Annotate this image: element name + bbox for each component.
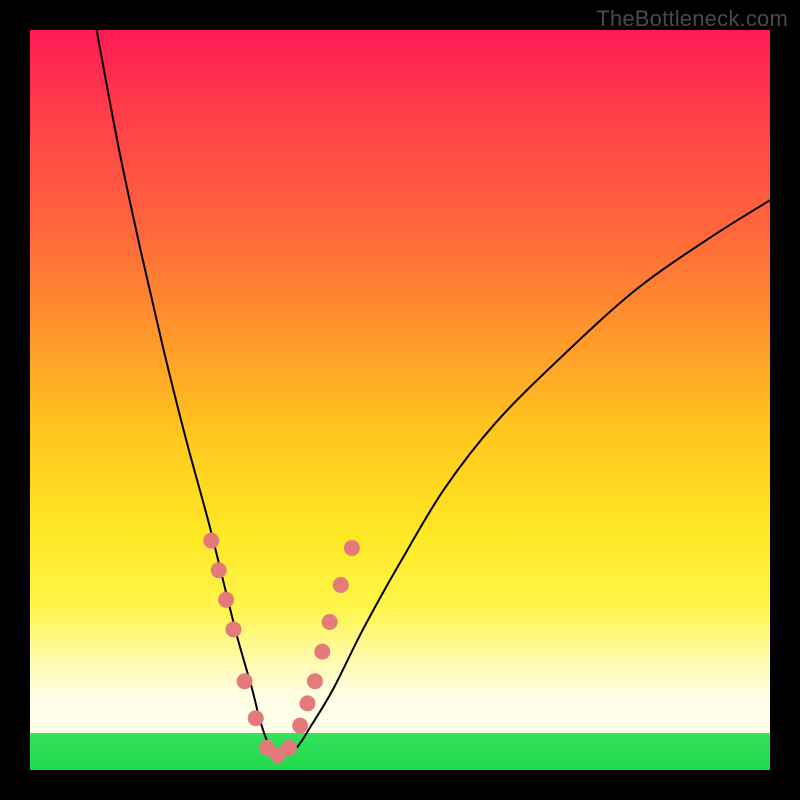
curve-svg (30, 30, 770, 770)
marker-dot (333, 577, 349, 593)
marker-dot (307, 673, 323, 689)
marker-dot (237, 673, 253, 689)
marker-dot (226, 621, 242, 637)
marker-dot (292, 718, 308, 734)
marker-dot (300, 695, 316, 711)
marker-dot (314, 644, 330, 660)
highlight-markers (203, 533, 360, 764)
marker-dot (344, 540, 360, 556)
marker-dot (203, 533, 219, 549)
plot-area (30, 30, 770, 770)
marker-dot (281, 740, 297, 756)
marker-dot (218, 592, 234, 608)
marker-dot (322, 614, 338, 630)
marker-dot (248, 710, 264, 726)
bottleneck-curve (97, 30, 770, 757)
marker-dot (211, 562, 227, 578)
chart-frame: TheBottleneck.com (0, 0, 800, 800)
watermark-text: TheBottleneck.com (596, 6, 788, 32)
